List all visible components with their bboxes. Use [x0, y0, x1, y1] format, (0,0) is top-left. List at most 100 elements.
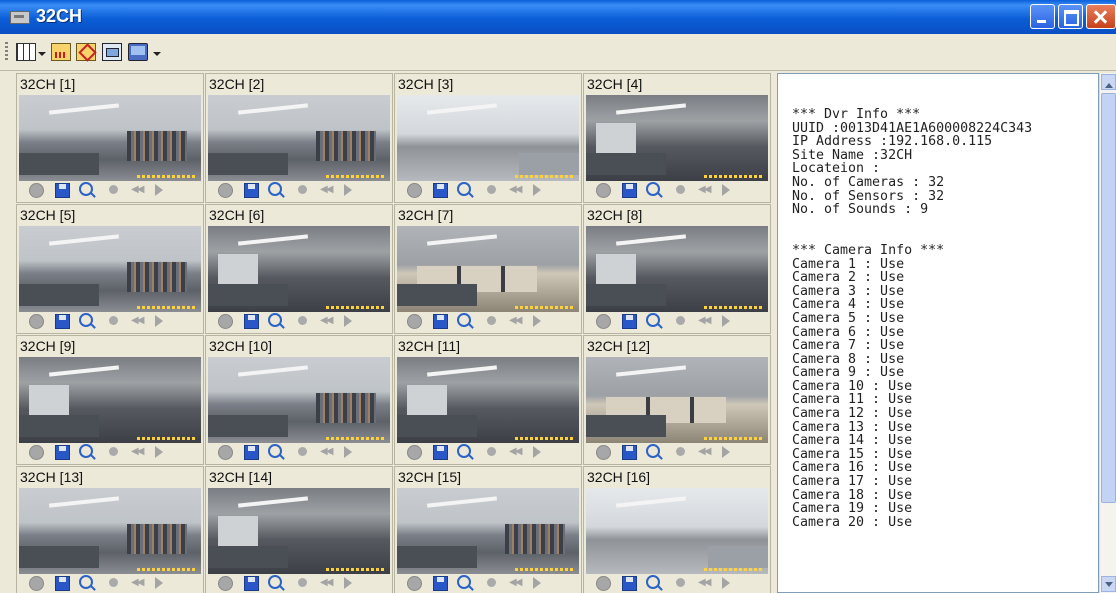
bar-chart-icon[interactable] — [51, 43, 71, 61]
window-icon[interactable] — [102, 43, 122, 61]
camera-cell[interactable]: 32CH [11] ◀◀ — [394, 335, 582, 465]
record-icon[interactable] — [218, 576, 233, 591]
play-icon[interactable] — [155, 315, 163, 327]
save-icon[interactable] — [244, 445, 259, 460]
camera-cell[interactable]: 32CH [6] ◀◀ — [205, 204, 393, 334]
camera-feed[interactable] — [586, 488, 768, 574]
snapshot-icon[interactable] — [487, 316, 496, 325]
record-icon[interactable] — [596, 445, 611, 460]
camera-feed[interactable] — [586, 226, 768, 312]
rewind-icon[interactable]: ◀◀ — [131, 446, 144, 457]
save-icon[interactable] — [55, 445, 70, 460]
snapshot-icon[interactable] — [298, 447, 307, 456]
camera-cell[interactable]: 32CH [9] ◀◀ — [16, 335, 204, 465]
info-scrollbar[interactable] — [1099, 73, 1116, 593]
save-icon[interactable] — [433, 314, 448, 329]
rewind-icon[interactable]: ◀◀ — [131, 577, 144, 588]
zoom-icon[interactable] — [79, 182, 93, 196]
camera-feed[interactable] — [19, 95, 201, 181]
record-icon[interactable] — [218, 314, 233, 329]
rewind-icon[interactable]: ◀◀ — [131, 315, 144, 326]
camera-cell[interactable]: 32CH [10] ◀◀ — [205, 335, 393, 465]
record-icon[interactable] — [218, 445, 233, 460]
camera-feed[interactable] — [19, 357, 201, 443]
record-icon[interactable] — [29, 445, 44, 460]
grid-layout-dropdown-icon[interactable] — [38, 52, 46, 60]
title-bar[interactable]: 32CH — [0, 0, 1116, 34]
diamond-icon[interactable] — [76, 43, 96, 61]
save-icon[interactable] — [622, 183, 637, 198]
play-icon[interactable] — [533, 446, 541, 458]
record-icon[interactable] — [596, 183, 611, 198]
camera-feed[interactable] — [208, 357, 390, 443]
rewind-icon[interactable]: ◀◀ — [509, 446, 522, 457]
zoom-icon[interactable] — [268, 575, 282, 589]
save-icon[interactable] — [433, 445, 448, 460]
zoom-icon[interactable] — [646, 444, 660, 458]
rewind-icon[interactable]: ◀◀ — [320, 446, 333, 457]
zoom-icon[interactable] — [79, 575, 93, 589]
zoom-icon[interactable] — [79, 444, 93, 458]
save-icon[interactable] — [244, 314, 259, 329]
snapshot-icon[interactable] — [109, 185, 118, 194]
camera-cell[interactable]: 32CH [13] ◀◀ — [16, 466, 204, 593]
zoom-icon[interactable] — [268, 313, 282, 327]
scroll-thumb[interactable] — [1101, 93, 1116, 503]
record-icon[interactable] — [596, 314, 611, 329]
camera-feed[interactable] — [586, 357, 768, 443]
save-icon[interactable] — [55, 314, 70, 329]
save-icon[interactable] — [622, 445, 637, 460]
close-button[interactable] — [1086, 4, 1116, 29]
record-icon[interactable] — [218, 183, 233, 198]
zoom-icon[interactable] — [457, 313, 471, 327]
rewind-icon[interactable]: ◀◀ — [698, 577, 711, 588]
play-icon[interactable] — [155, 184, 163, 196]
play-icon[interactable] — [722, 577, 730, 589]
snapshot-icon[interactable] — [487, 578, 496, 587]
snapshot-icon[interactable] — [298, 316, 307, 325]
snapshot-icon[interactable] — [109, 316, 118, 325]
snapshot-icon[interactable] — [109, 578, 118, 587]
rewind-icon[interactable]: ◀◀ — [698, 184, 711, 195]
scroll-down-button[interactable] — [1101, 576, 1116, 592]
camera-feed[interactable] — [19, 488, 201, 574]
grid-layout-icon[interactable] — [16, 43, 36, 61]
toolbar-grip[interactable] — [5, 42, 8, 62]
zoom-icon[interactable] — [646, 575, 660, 589]
camera-feed[interactable] — [19, 226, 201, 312]
camera-feed[interactable] — [586, 95, 768, 181]
snapshot-icon[interactable] — [676, 578, 685, 587]
camera-feed[interactable] — [397, 95, 579, 181]
save-icon[interactable] — [622, 576, 637, 591]
camera-feed[interactable] — [208, 95, 390, 181]
camera-cell[interactable]: 32CH [5] ◀◀ — [16, 204, 204, 334]
camera-feed[interactable] — [208, 226, 390, 312]
zoom-icon[interactable] — [646, 313, 660, 327]
record-icon[interactable] — [407, 576, 422, 591]
zoom-icon[interactable] — [268, 182, 282, 196]
camera-feed[interactable] — [397, 226, 579, 312]
play-icon[interactable] — [155, 446, 163, 458]
save-icon[interactable] — [244, 183, 259, 198]
snapshot-icon[interactable] — [487, 185, 496, 194]
maximize-button[interactable] — [1058, 4, 1083, 29]
rewind-icon[interactable]: ◀◀ — [320, 184, 333, 195]
save-icon[interactable] — [622, 314, 637, 329]
snapshot-icon[interactable] — [676, 316, 685, 325]
rewind-icon[interactable]: ◀◀ — [320, 577, 333, 588]
rewind-icon[interactable]: ◀◀ — [698, 446, 711, 457]
rewind-icon[interactable]: ◀◀ — [320, 315, 333, 326]
play-icon[interactable] — [344, 184, 352, 196]
play-icon[interactable] — [722, 315, 730, 327]
save-icon[interactable] — [433, 183, 448, 198]
camera-cell[interactable]: 32CH [7] ◀◀ — [394, 204, 582, 334]
save-icon[interactable] — [433, 576, 448, 591]
zoom-icon[interactable] — [646, 182, 660, 196]
zoom-icon[interactable] — [457, 182, 471, 196]
record-icon[interactable] — [407, 314, 422, 329]
record-icon[interactable] — [29, 314, 44, 329]
play-icon[interactable] — [344, 315, 352, 327]
rewind-icon[interactable]: ◀◀ — [509, 577, 522, 588]
rewind-icon[interactable]: ◀◀ — [509, 315, 522, 326]
camera-cell[interactable]: 32CH [16] ◀◀ — [583, 466, 771, 593]
